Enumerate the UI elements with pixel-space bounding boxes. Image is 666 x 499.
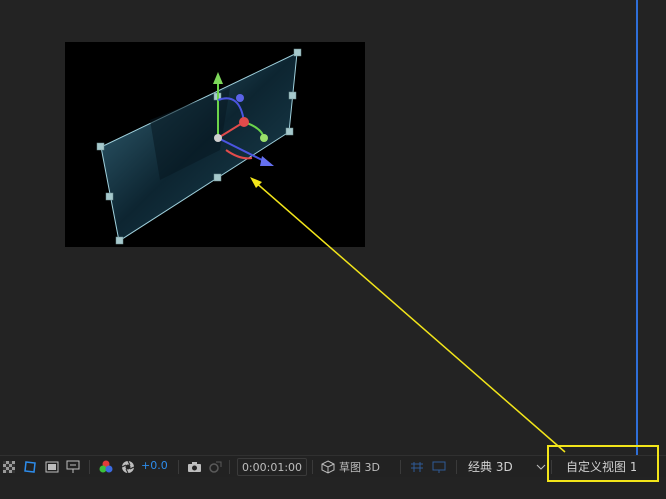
camera-icon[interactable] [185,458,203,475]
extended-viewer-icon[interactable] [429,458,449,475]
layer-handle[interactable] [288,91,297,100]
toolbar-separator [456,460,457,474]
panel-divider [636,0,638,476]
3d-ground-plane-icon[interactable] [407,458,427,475]
guides-icon[interactable] [64,458,84,475]
reset-exposure-icon[interactable] [119,458,137,475]
current-time-display[interactable]: 0:00:01:00 [237,458,307,476]
annotation-arrow [250,177,566,453]
color-channels-icon[interactable] [97,458,115,475]
toolbar-separator [178,460,179,474]
draft-3d-label: 草图 3D [339,460,380,474]
toolbar-separator [229,460,230,474]
renderer-dropdown[interactable]: 经典 3D [468,458,546,475]
layer-handle[interactable] [96,142,105,151]
layer-handle[interactable] [293,48,302,57]
checkerboard-icon[interactable] [1,458,17,475]
toolbar-separator [312,460,313,474]
draft3d-icon [320,459,336,474]
toolbar-separator [400,460,401,474]
viewer-overlay [96,48,566,453]
renderer-selected: 经典 3D [468,460,513,474]
layer-handle[interactable] [115,236,124,245]
exposure-value[interactable]: +0.0 [141,459,168,472]
composition-viewer[interactable] [0,0,666,476]
mask-icon[interactable] [21,458,39,475]
region-icon[interactable] [43,458,61,475]
layer-handle[interactable] [105,192,114,201]
layer-handle[interactable] [213,173,222,182]
toolbar-separator [89,460,90,474]
layer-handle[interactable] [285,127,294,136]
annotation-highlight-box [547,445,659,482]
chevron-down-icon [536,463,546,471]
draft-3d-toggle[interactable]: 草图 3D [320,458,392,475]
snapshot-icon[interactable] [206,458,224,475]
